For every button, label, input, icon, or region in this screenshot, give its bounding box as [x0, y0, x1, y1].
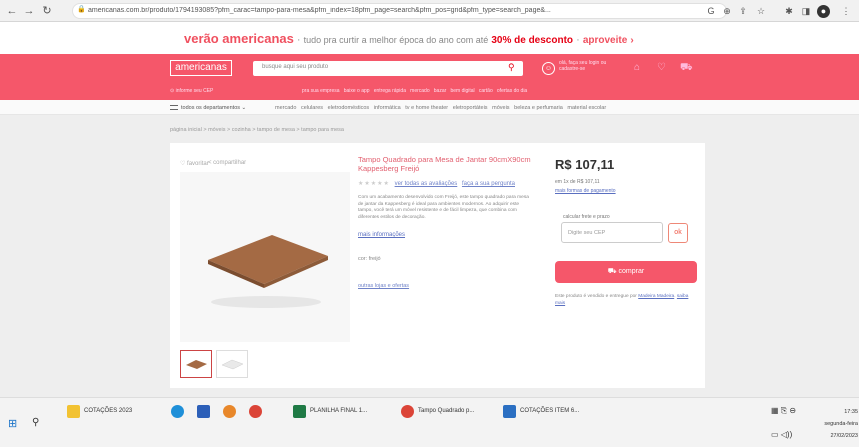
rating-row: ★★★★★ ver todas as avaliações faça a sua…	[358, 180, 515, 187]
bookmark-star-icon[interactable]: ☆	[755, 5, 767, 17]
promo-description: tudo pra curtir a melhor época do ano co…	[303, 35, 489, 45]
department-link[interactable]: móveis	[492, 105, 509, 111]
clock[interactable]: 17:35 segunda-feira 27/02/2023	[818, 406, 858, 442]
subnav-item[interactable]: bem digital	[450, 88, 474, 94]
menu-icon	[170, 105, 178, 111]
departments-menu-button[interactable]: todos os departamentos ⌄	[170, 105, 246, 111]
taskbar-item-planilha[interactable]: PLANILHA FINAL 1...	[290, 403, 370, 419]
other-sellers-link[interactable]: outras lojas e ofertas	[358, 283, 409, 289]
lock-icon: 🔒	[77, 6, 86, 13]
extensions-icon[interactable]: ✱	[783, 5, 795, 17]
taskbar-item-cotacoes[interactable]: COTAÇÕES 2023	[64, 403, 135, 419]
windows-start-icon[interactable]: ⊞	[8, 417, 17, 430]
promo-text[interactable]: verão americanas · tudo pra curtir a mel…	[184, 31, 634, 46]
product-title: Tampo Quadrado para Mesa de Jantar 90cmX…	[358, 155, 531, 173]
reload-icon[interactable]: ↻	[40, 4, 54, 18]
profile-avatar[interactable]: ●	[817, 5, 830, 18]
department-link[interactable]: eletroportáteis	[453, 105, 488, 111]
promo-cta[interactable]: aproveite	[583, 35, 627, 46]
subnav-item[interactable]: cartão	[479, 88, 493, 94]
back-icon[interactable]: ←	[5, 4, 19, 18]
thumbnail-wood[interactable]	[180, 350, 212, 378]
department-link[interactable]: tv e home theater	[405, 105, 448, 111]
department-link[interactable]: mercado	[275, 105, 296, 111]
user-icon[interactable]: ☺	[542, 62, 555, 75]
word-icon	[503, 404, 516, 418]
sidebar-icon[interactable]: ◨	[800, 5, 812, 17]
department-link[interactable]: material escolar	[567, 105, 606, 111]
cart-icon[interactable]: ⛟	[680, 62, 693, 75]
favorite-button[interactable]: ♡ favoritar	[180, 160, 209, 167]
folder-icon	[67, 404, 80, 418]
chrome-window-icon	[401, 404, 414, 418]
tray-icons[interactable]: ▦ ⎘ ⊖	[771, 406, 796, 416]
store-icon[interactable]: ⌂	[634, 62, 640, 73]
breadcrumb[interactable]: página inicial > móveis > cozinha > tamp…	[170, 127, 344, 133]
payment-options-link[interactable]: mais formas de pagamento	[555, 188, 616, 194]
taskbar-pinned-apps	[168, 403, 265, 419]
thumbnail-white[interactable]	[216, 350, 248, 378]
cep-ok-button[interactable]: ok	[668, 223, 688, 243]
color-label: cor: freijó	[358, 256, 381, 262]
subnav-item[interactable]: entrega rápida	[374, 88, 406, 94]
shipping-label: calcular frete e prazo	[563, 214, 610, 220]
subnav-item[interactable]: ofertas do dia	[497, 88, 527, 94]
search-taskbar-icon[interactable]: ⚲	[32, 417, 39, 428]
reviews-link[interactable]: ver todas as avaliações	[395, 181, 458, 187]
department-link[interactable]: beleza e perfumaria	[514, 105, 563, 111]
department-links: mercado celulares eletrodomésticos infor…	[275, 105, 606, 111]
department-link[interactable]: eletrodomésticos	[328, 105, 370, 111]
more-info-link[interactable]: mais informações	[358, 232, 405, 238]
installment-text: em 1x de R$ 107,11	[555, 179, 600, 185]
share-page-icon[interactable]: ⇪	[737, 5, 749, 17]
location-link[interactable]: ⊙ informe seu CEP	[170, 88, 213, 94]
subnav-item[interactable]: baixe o app	[344, 88, 370, 94]
header-subnav: pra sua empresa baixe o app entrega rápi…	[302, 88, 527, 94]
promo-highlight: 30% de desconto	[491, 35, 574, 46]
forward-icon[interactable]: →	[22, 4, 36, 18]
search-placeholder: busque aqui seu produto	[262, 64, 329, 70]
product-description: Com um acabamento desenvolvido com Freij…	[358, 195, 529, 220]
heart-icon[interactable]: ♡	[657, 62, 666, 73]
promo-brand: verão americanas	[184, 31, 294, 46]
google-icon[interactable]: G	[705, 5, 717, 17]
subnav-item[interactable]: pra sua empresa	[302, 88, 340, 94]
seller-link[interactable]: Madeira Madeira	[638, 294, 674, 299]
network-volume-icon[interactable]: ▭ ◁))	[771, 430, 792, 439]
department-link[interactable]: celulares	[301, 105, 323, 111]
seller-info: Este produto é vendido e entregue por Ma…	[555, 294, 689, 306]
price: R$ 107,11	[555, 157, 615, 172]
subnav-item[interactable]: mercado	[410, 88, 429, 94]
buy-button[interactable]: ⛟ comprar	[555, 261, 697, 283]
taskbar-item-browser[interactable]: Tampo Quadrado p...	[398, 403, 477, 419]
department-link[interactable]: informática	[374, 105, 401, 111]
zoom-icon[interactable]: ⊕	[721, 5, 733, 17]
site-logo[interactable]: americanas	[170, 60, 232, 76]
question-link[interactable]: faça a sua pergunta	[462, 181, 515, 187]
product-image[interactable]	[180, 172, 350, 342]
excel-icon	[293, 404, 306, 418]
share-button[interactable]: < compartilhar	[208, 160, 246, 166]
rating-stars-icon: ★★★★★	[358, 181, 390, 187]
cep-placeholder: Digite seu CEP	[568, 230, 606, 236]
menu-dots-icon[interactable]: ⋮	[840, 5, 852, 17]
url-text: americanas.com.br/produto/1794193085?pfm…	[88, 7, 551, 14]
chrome-icon[interactable]	[249, 404, 262, 418]
login-link[interactable]: olá, faça seu login ou cadastre-se	[559, 60, 619, 72]
taskbar-item-cotacoes-item[interactable]: COTAÇÕES ITEM 6...	[500, 403, 582, 419]
subnav-item[interactable]: bazar	[434, 88, 447, 94]
firefox-icon[interactable]	[223, 404, 236, 418]
search-icon[interactable]: ⚲	[508, 62, 515, 73]
store-app-icon[interactable]	[197, 404, 210, 418]
edge-icon[interactable]	[171, 404, 184, 418]
